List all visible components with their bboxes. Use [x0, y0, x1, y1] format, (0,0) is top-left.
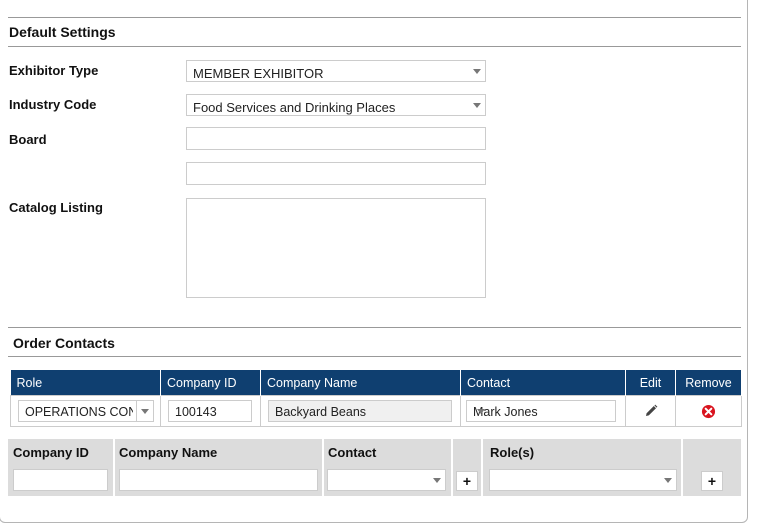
board-label: Board: [9, 132, 47, 147]
company-id-value: 100143: [175, 405, 217, 419]
order-contacts-table: Role Company ID Company Name Contact Edi…: [10, 370, 742, 427]
add-role-plus-column: +: [683, 439, 741, 496]
add-contact-column: Contact: [324, 439, 453, 496]
column-header-contact: Contact: [460, 370, 626, 396]
board-input-1[interactable]: [186, 127, 486, 150]
divider-order-contacts-top: [8, 327, 741, 328]
add-roles-label: Role(s): [490, 445, 535, 460]
add-contact-label: Contact: [328, 445, 377, 460]
column-header-edit: Edit: [625, 370, 676, 396]
add-company-id-label: Company ID: [13, 445, 89, 460]
contact-select[interactable]: Mark Jones: [466, 400, 616, 422]
table-row: OPERATIONS CONTACT 100143 Backyard Beans…: [10, 395, 742, 427]
divider-top: [8, 17, 741, 18]
add-company-id-input[interactable]: [13, 469, 108, 491]
section-title-default-settings: Default Settings: [9, 24, 116, 40]
add-company-name-label: Company Name: [119, 445, 218, 460]
add-contact-plus-column: +: [453, 439, 483, 496]
industry-code-select[interactable]: Food Services and Drinking Places: [186, 94, 486, 116]
exhibitor-type-label: Exhibitor Type: [9, 63, 99, 78]
column-header-remove: Remove: [675, 370, 742, 396]
add-contact-form: Company ID Company Name Contact + Role(s…: [8, 439, 741, 496]
role-select[interactable]: OPERATIONS CONTACT: [18, 400, 154, 422]
add-company-name-column: Company Name: [115, 439, 324, 496]
board-input-2[interactable]: [186, 162, 486, 185]
divider-order-contacts: [8, 356, 741, 357]
company-name-field: Backyard Beans: [268, 400, 452, 422]
chevron-down-icon: [136, 401, 153, 421]
exhibitor-type-select[interactable]: MEMBER EXHIBITOR: [186, 60, 486, 82]
catalog-listing-textarea[interactable]: [186, 198, 486, 298]
column-header-company-name: Company Name: [260, 370, 461, 396]
section-title-order-contacts: Order Contacts: [13, 335, 115, 351]
chevron-down-icon: [469, 95, 485, 115]
exhibitor-type-value: MEMBER EXHIBITOR: [193, 66, 324, 81]
table-header-row: Role Company ID Company Name Contact Edi…: [10, 370, 742, 396]
role-value: OPERATIONS CONTACT: [25, 405, 133, 419]
chevron-down-icon: [429, 470, 445, 490]
add-company-name-input: [119, 469, 318, 491]
pencil-icon[interactable]: [643, 403, 659, 422]
industry-code-value: Food Services and Drinking Places: [193, 100, 396, 115]
add-contact-select[interactable]: [327, 469, 446, 491]
column-header-role: Role: [10, 370, 161, 396]
chevron-down-icon: [473, 401, 489, 421]
divider-default-settings: [8, 46, 741, 47]
add-roles-select[interactable]: [489, 469, 677, 491]
company-name-value: Backyard Beans: [275, 405, 367, 419]
add-role-plus-button[interactable]: +: [701, 471, 723, 491]
chevron-down-icon: [660, 470, 676, 490]
add-company-id-column: Company ID: [8, 439, 115, 496]
catalog-listing-label: Catalog Listing: [9, 200, 103, 215]
column-header-company-id: Company ID: [160, 370, 261, 396]
add-contact-plus-button[interactable]: +: [456, 471, 478, 491]
chevron-down-icon: [469, 61, 485, 81]
add-roles-column: Role(s): [483, 439, 683, 496]
industry-code-label: Industry Code: [9, 97, 97, 112]
company-id-field[interactable]: 100143: [168, 400, 252, 422]
remove-x-icon[interactable]: [701, 404, 716, 422]
